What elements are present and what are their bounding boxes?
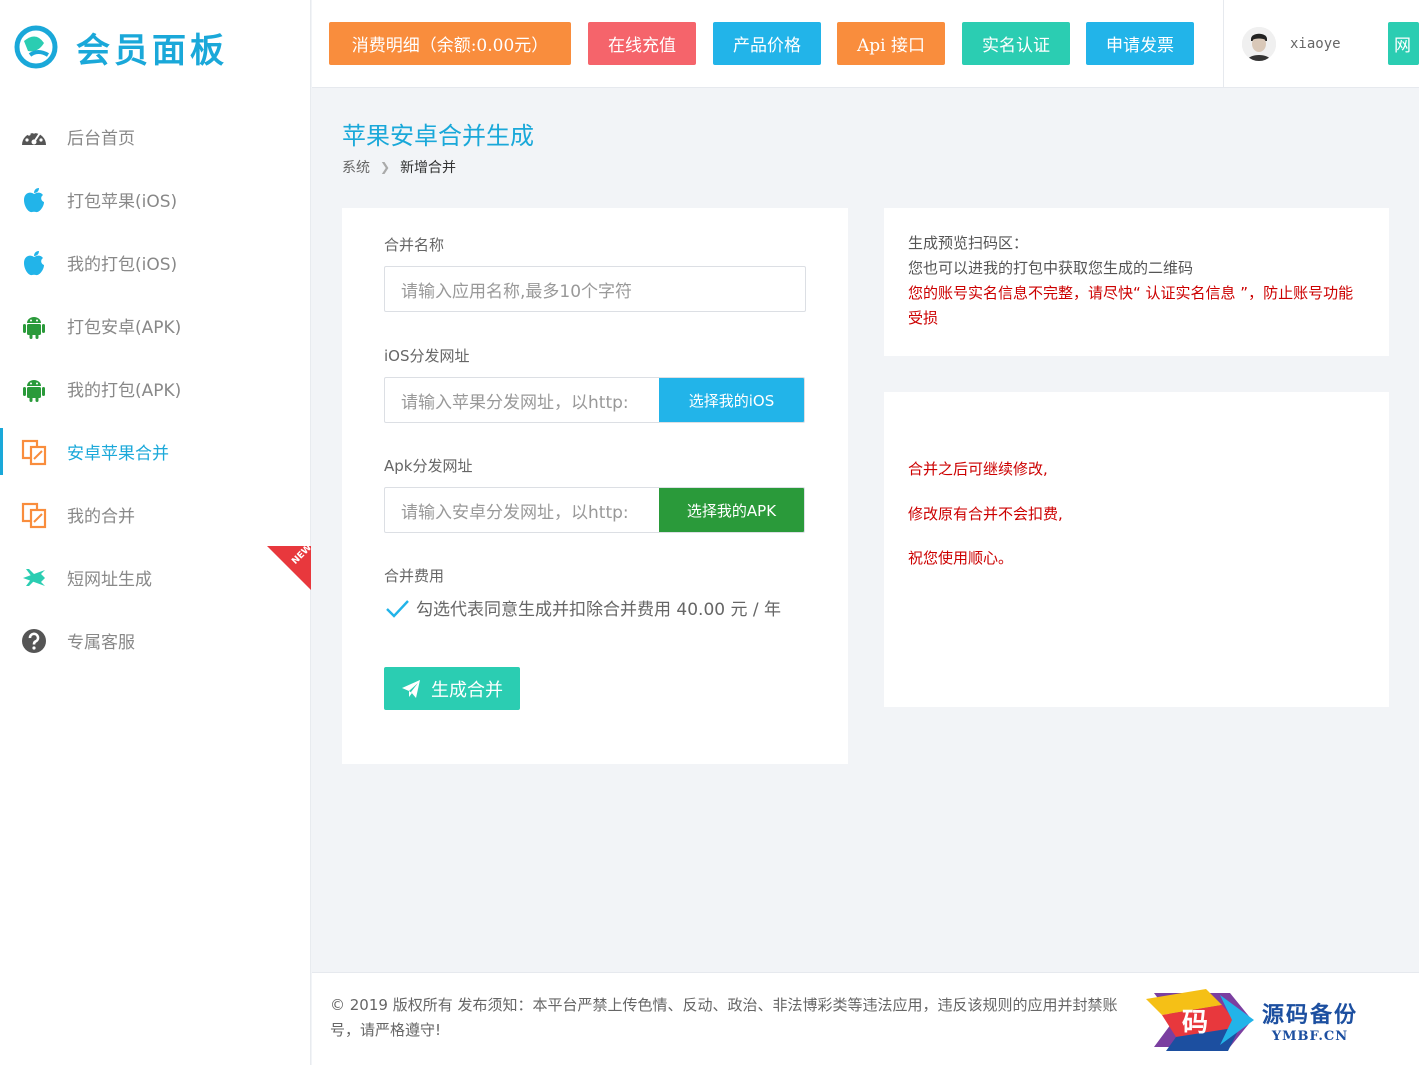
brand-mark: 码: [1146, 989, 1254, 1051]
sidebar-item-my-apk[interactable]: 我的打包(APK): [0, 357, 311, 420]
username: xiaoye: [1290, 36, 1341, 52]
verification-warning[interactable]: 您的账号实名信息不完整，请尽快“ 认证实名信息 ”，防止账号功能受损: [908, 281, 1365, 331]
generate-merge-label: 生成合并: [431, 679, 503, 701]
merge-form-card: 合并名称 请输入应用名称,最多10个字符 iOS分发网址 请输入苹果分发网址，以…: [342, 208, 848, 764]
ios-url-input[interactable]: 请输入苹果分发网址，以http:: [385, 378, 659, 422]
apple-icon: [20, 186, 48, 214]
merge-name-label: 合并名称: [384, 236, 445, 254]
topbar-divider: [1223, 0, 1224, 88]
avatar: [1242, 27, 1276, 61]
sidebar-item-label: 我的打包(iOS): [67, 255, 178, 275]
sidebar-item-my-ios[interactable]: 我的打包(iOS): [0, 231, 311, 294]
topbar: 消费明细（余额:0.00元） 在线充值 产品价格 Api 接口 实名认证 申请发…: [312, 0, 1419, 88]
notes-card: 合并之后可继续修改, 修改原有合并不会扣费, 祝您使用顺心。: [884, 392, 1389, 707]
note-item: 修改原有合并不会扣费,: [908, 504, 1063, 523]
sidebar-item-dashboard[interactable]: 后台首页: [0, 105, 311, 168]
sidebar: 会员面板 后台首页 打包苹果(iOS) 我的打包(iOS) 打包安卓(APK): [0, 0, 311, 1065]
sidebar-item-label: 打包苹果(iOS): [67, 192, 178, 212]
copy-icon: [20, 438, 48, 466]
avatar-icon: [1242, 27, 1276, 61]
apk-url-group: 请输入安卓分发网址，以http: 选择我的APK: [384, 487, 805, 533]
footer-notice: © 2019 版权所有 发布须知：本平台严禁上传色情、反动、政治、非法博彩类等违…: [330, 996, 1118, 1039]
generate-merge-button[interactable]: 生成合并: [384, 667, 520, 710]
ios-url-placeholder: 请输入苹果分发网址，以http:: [401, 392, 629, 413]
send-icon: [402, 679, 420, 698]
invoice-button[interactable]: 申请发票: [1086, 22, 1194, 65]
breadcrumb: 系统 ❯ 新增合并: [342, 157, 456, 177]
chevron-right-icon: ❯: [380, 160, 391, 174]
brand-logo: 码 源码备份 YMBF.CN: [1136, 985, 1396, 1055]
preview-title: 生成预览扫码区：: [908, 234, 1029, 252]
pricing-button[interactable]: 产品价格: [713, 22, 821, 65]
ios-url-label: iOS分发网址: [384, 347, 470, 365]
sidebar-item-label: 短网址生成: [67, 570, 152, 590]
fee-agree-checkbox[interactable]: 勾选代表同意生成并扣除合并费用 40.00 元 / 年: [384, 598, 804, 623]
logo[interactable]: 会员面板: [14, 22, 228, 72]
sidebar-item-label: 我的合并: [67, 507, 135, 527]
sidebar-item-short-url[interactable]: 短网址生成 NEW: [0, 546, 311, 609]
sidebar-item-my-merge[interactable]: 我的合并: [0, 483, 311, 546]
sidebar-nav: 后台首页 打包苹果(iOS) 我的打包(iOS) 打包安卓(APK) 我的打包(…: [0, 105, 311, 672]
apk-url-placeholder: 请输入安卓分发网址，以http:: [401, 502, 629, 523]
merge-name-input[interactable]: 请输入应用名称,最多10个字符: [384, 266, 806, 312]
sidebar-item-support[interactable]: 专属客服: [0, 609, 311, 672]
sidebar-item-label: 后台首页: [67, 129, 135, 149]
preview-hint: 您也可以进我的打包中获取您生成的二维码: [908, 259, 1194, 277]
brand-name: 源码备份: [1262, 1001, 1359, 1028]
android-icon: [20, 375, 48, 403]
logo-icon: [14, 25, 58, 69]
fee-agree-text: 勾选代表同意生成并扣除合并费用 40.00 元 / 年: [416, 600, 782, 620]
logo-text: 会员面板: [76, 30, 228, 71]
footer: © 2019 版权所有 发布须知：本平台严禁上传色情、反动、政治、非法博彩类等违…: [312, 972, 1419, 1065]
plane-icon: [20, 564, 48, 592]
recharge-button[interactable]: 在线充值: [588, 22, 696, 65]
note-item: 祝您使用顺心。: [908, 549, 1014, 567]
help-icon: [20, 627, 48, 655]
website-button[interactable]: 网: [1388, 22, 1419, 65]
apple-icon: [20, 249, 48, 277]
ios-url-group: 请输入苹果分发网址，以http: 选择我的iOS: [384, 377, 805, 423]
preview-info-card: 生成预览扫码区： 您也可以进我的打包中获取您生成的二维码 您的账号实名信息不完整…: [884, 208, 1389, 356]
api-button[interactable]: Api 接口: [837, 22, 945, 65]
brand-domain: YMBF.CN: [1271, 1028, 1349, 1044]
brand-text: 源码备份 YMBF.CN: [1262, 997, 1358, 1044]
check-icon: [386, 600, 409, 618]
apk-url-label: Apk分发网址: [384, 457, 473, 475]
breadcrumb-current: 新增合并: [400, 160, 457, 176]
breadcrumb-system[interactable]: 系统: [342, 157, 370, 177]
android-icon: [20, 312, 48, 340]
user-menu[interactable]: xiaoye: [1242, 27, 1341, 61]
merge-name-placeholder: 请输入应用名称,最多10个字符: [401, 281, 633, 302]
sidebar-item-pack-ios[interactable]: 打包苹果(iOS): [0, 168, 311, 231]
new-badge: NEW: [267, 546, 311, 590]
sidebar-item-label: 专属客服: [67, 633, 135, 653]
verify-button[interactable]: 实名认证: [962, 22, 1070, 65]
select-my-ios-button[interactable]: 选择我的iOS: [659, 378, 804, 422]
select-my-apk-button[interactable]: 选择我的APK: [659, 488, 804, 532]
sidebar-item-merge[interactable]: 安卓苹果合并: [0, 420, 311, 483]
page-title: 苹果安卓合并生成: [342, 122, 534, 150]
sidebar-item-label: 打包安卓(APK): [67, 318, 182, 338]
copy-icon: [20, 501, 48, 529]
brand-logo-text: 码: [1182, 1008, 1208, 1038]
dashboard-icon: [20, 123, 48, 151]
fee-label: 合并费用: [384, 567, 445, 585]
sidebar-item-label: 我的打包(APK): [67, 381, 182, 401]
sidebar-item-pack-apk[interactable]: 打包安卓(APK): [0, 294, 311, 357]
sidebar-item-label: 安卓苹果合并: [67, 444, 169, 464]
billing-button[interactable]: 消费明细（余额:0.00元）: [329, 22, 571, 65]
note-item: 合并之后可继续修改,: [908, 460, 1048, 478]
apk-url-input[interactable]: 请输入安卓分发网址，以http:: [385, 488, 659, 532]
